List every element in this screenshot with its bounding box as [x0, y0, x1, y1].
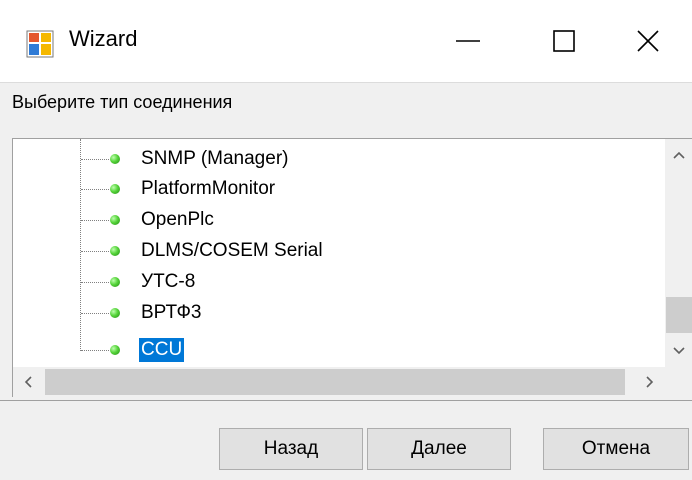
tree-branch-line [81, 159, 109, 160]
tree-branch-line [81, 350, 109, 351]
app-icon [26, 30, 54, 58]
green-node-icon [110, 184, 120, 194]
chevron-up-icon [673, 151, 685, 159]
vertical-scrollbar[interactable] [665, 139, 692, 367]
scroll-left-button[interactable] [13, 367, 43, 397]
tree-branch-line [81, 189, 109, 190]
maximize-button[interactable] [516, 0, 612, 82]
tree-item[interactable]: PlatformMonitor [13, 174, 663, 204]
title-bar: Wizard [0, 0, 692, 83]
scrollbar-corner [665, 367, 692, 397]
tree-item-selected[interactable]: CCU [13, 335, 663, 365]
scroll-up-button[interactable] [665, 139, 692, 171]
tree-item-label: SNMP (Manager) [141, 148, 289, 169]
back-button[interactable]: Назад [219, 428, 363, 470]
vertical-scroll-thumb[interactable] [666, 297, 692, 333]
tree-item-label: DLMS/COSEM Serial [141, 240, 323, 261]
tree-content: SNMP (Manager) PlatformMonitor OpenPlc D… [13, 139, 663, 367]
horizontal-scrollbar[interactable] [13, 367, 665, 397]
tree-item-label: ВРТФ3 [141, 302, 202, 323]
minimize-button[interactable] [420, 0, 516, 82]
tree-item[interactable]: УТС-8 [13, 267, 663, 297]
tree-item-label: УТС-8 [141, 271, 196, 292]
tree-item-label: PlatformMonitor [141, 178, 276, 199]
chevron-right-icon [646, 376, 654, 388]
next-button[interactable]: Далее [367, 428, 511, 470]
tree-item[interactable]: SNMP (Manager) [13, 144, 663, 174]
close-button[interactable] [604, 0, 692, 82]
instruction-label: Выберите тип соединения [12, 92, 233, 112]
green-node-icon [110, 345, 120, 355]
green-node-icon [110, 246, 120, 256]
scroll-down-button[interactable] [665, 335, 692, 367]
green-node-icon [110, 215, 120, 225]
green-node-icon [110, 308, 120, 318]
tree-item[interactable]: DLMS/COSEM Serial [13, 236, 663, 266]
green-node-icon [110, 154, 120, 164]
tree-item[interactable]: ВРТФ3 [13, 298, 663, 328]
footer-divider [0, 400, 692, 401]
tree-item[interactable]: OpenPlc [13, 205, 663, 235]
connection-type-tree[interactable]: SNMP (Manager) PlatformMonitor OpenPlc D… [12, 138, 692, 397]
tree-branch-line [81, 313, 109, 314]
chevron-down-icon [673, 347, 685, 355]
close-icon [637, 30, 659, 52]
window-title: Wizard [69, 26, 138, 51]
horizontal-scroll-thumb[interactable] [45, 369, 625, 395]
wizard-window: Wizard Выберите тип соединения SNMP (Man… [0, 0, 692, 480]
minimize-icon [456, 40, 480, 42]
green-node-icon [110, 277, 120, 287]
tree-branch-line [81, 220, 109, 221]
tree-item-label: CCU [139, 338, 185, 362]
maximize-icon [553, 30, 575, 52]
tree-item-label: OpenPlc [141, 209, 214, 230]
chevron-left-icon [24, 376, 32, 388]
scroll-right-button[interactable] [635, 367, 665, 397]
tree-branch-line [81, 282, 109, 283]
cancel-button[interactable]: Отмена [543, 428, 689, 470]
tree-branch-line [81, 251, 109, 252]
